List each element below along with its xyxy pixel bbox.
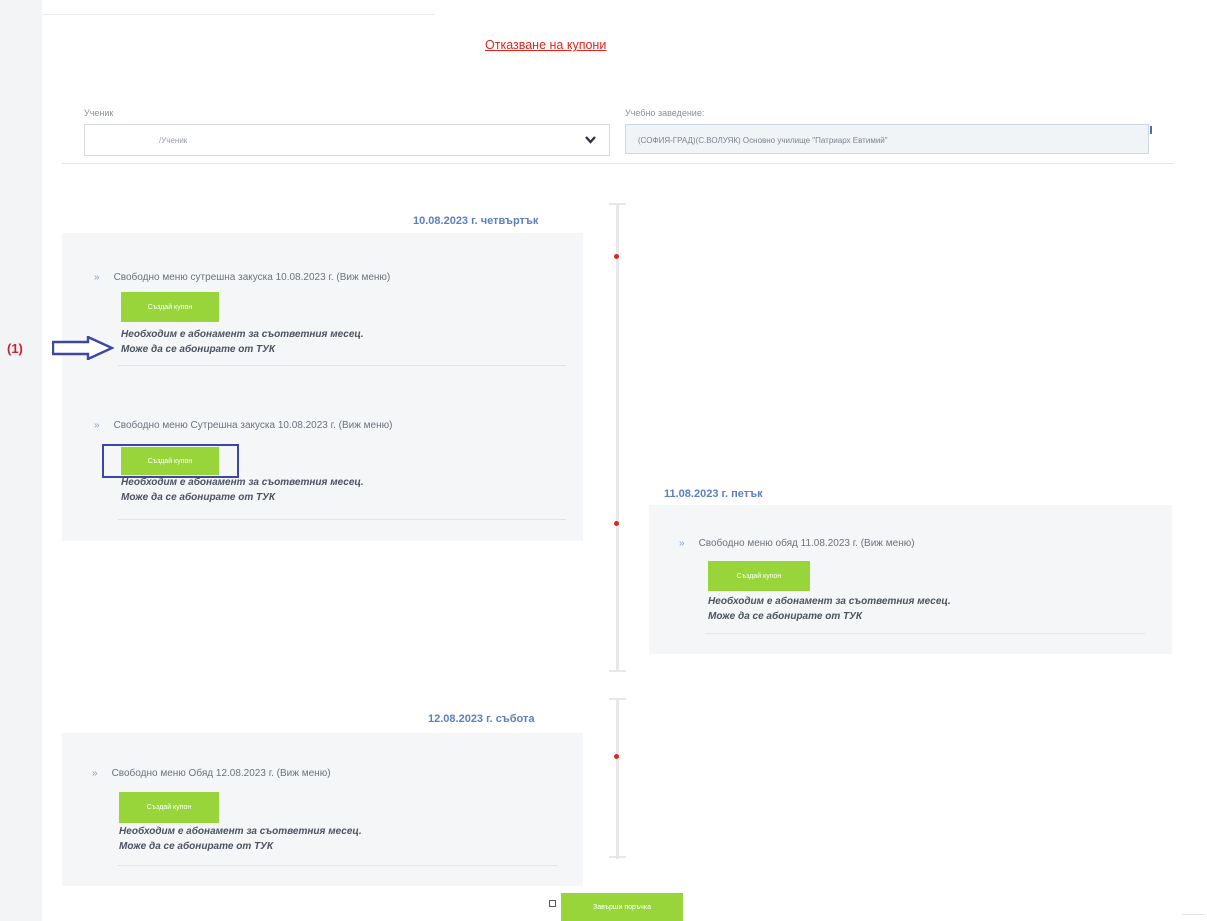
day-card: » Свободно меню Обяд 12.08.2023 г. (Виж м… bbox=[62, 733, 583, 886]
double-chevron-right-icon: » bbox=[94, 272, 100, 283]
create-coupon-button[interactable]: Създай купон bbox=[121, 292, 219, 322]
subscription-note: Необходим е абонамент за съответния месе… bbox=[121, 475, 364, 505]
subscribe-link[interactable]: Може да се абонирате от ТУК bbox=[708, 609, 951, 624]
subscribe-link[interactable]: Може да се абонирате от ТУК bbox=[119, 839, 362, 854]
left-rail bbox=[0, 0, 42, 921]
arrow-right-outline-icon bbox=[52, 336, 114, 360]
school-field-value: (СОФИЯ-ГРАД)(С.ВОЛУЯК) Основно училище "… bbox=[638, 136, 888, 145]
day-date: 12.08.2023 г. събота bbox=[428, 713, 535, 725]
timeline-cap bbox=[609, 670, 626, 672]
student-select-value: /Ученик bbox=[159, 136, 188, 145]
double-chevron-right-icon: » bbox=[94, 420, 100, 431]
timeline-dot bbox=[614, 254, 619, 259]
terms-checkbox[interactable] bbox=[549, 900, 556, 907]
entry-title[interactable]: Свободно меню сутрешна закуска 10.08.202… bbox=[114, 272, 391, 283]
entry-title[interactable]: Свободно меню Сутрешна закуска 10.08.202… bbox=[114, 420, 393, 431]
double-chevron-right-icon: » bbox=[679, 538, 685, 549]
subscription-note-line: Необходим е абонамент за съответния месе… bbox=[708, 596, 951, 607]
entry-separator bbox=[118, 365, 566, 366]
school-field[interactable]: (СОФИЯ-ГРАД)(С.ВОЛУЯК) Основно училище "… bbox=[625, 124, 1149, 154]
entry-title-row: » Свободно меню Обяд 12.08.2023 г. (Виж м… bbox=[92, 768, 331, 779]
subscribe-link[interactable]: Може да се абонирате от ТУК bbox=[121, 490, 364, 505]
header-separator bbox=[62, 163, 1174, 164]
entry-title-row: » Свободно меню сутрешна закуска 10.08.20… bbox=[94, 272, 390, 283]
create-coupon-button[interactable]: Създай купон bbox=[708, 561, 810, 591]
subscribe-link[interactable]: Може да се абонирате от ТУК bbox=[121, 342, 364, 357]
subscription-note: Необходим е абонамент за съответния месе… bbox=[119, 824, 362, 854]
annotation-label: (1) bbox=[7, 341, 23, 356]
subscription-note: Необходим е абонамент за съответния месе… bbox=[708, 594, 951, 624]
day-date: 10.08.2023 г. четвъртък bbox=[413, 215, 539, 227]
entry-title[interactable]: Свободно меню обяд 11.08.2023 г. (Виж ме… bbox=[699, 538, 915, 549]
cancel-coupons-link[interactable]: Отказване на купони bbox=[485, 38, 606, 52]
top-divider bbox=[42, 14, 434, 15]
student-label: Ученик bbox=[84, 108, 114, 118]
timeline-line bbox=[616, 699, 619, 859]
entry-separator bbox=[118, 519, 566, 520]
student-select[interactable]: /Ученик bbox=[84, 124, 610, 156]
chevron-down-icon bbox=[585, 136, 596, 144]
create-coupon-button[interactable]: Създай купон bbox=[119, 792, 219, 823]
timeline-cap bbox=[609, 856, 626, 858]
school-field-marker bbox=[1150, 126, 1152, 134]
corner-divider bbox=[1182, 914, 1204, 915]
timeline-dot bbox=[614, 754, 619, 759]
subscription-note-line: Необходим е абонамент за съответния месе… bbox=[121, 329, 364, 340]
day-date: 11.08.2023 г. петък bbox=[664, 488, 763, 500]
finish-order-button[interactable]: Завърши поръчка bbox=[561, 893, 683, 921]
entry-separator bbox=[118, 865, 558, 866]
timeline-line bbox=[616, 204, 619, 672]
annotation-highlight-box bbox=[102, 444, 239, 478]
entry-title-row: » Свободно меню Сутрешна закуска 10.08.20… bbox=[94, 420, 392, 431]
entry-title[interactable]: Свободно меню Обяд 12.08.2023 г. (Виж ме… bbox=[112, 768, 331, 779]
subscription-note-line: Необходим е абонамент за съответния месе… bbox=[119, 826, 362, 837]
timeline-dot bbox=[614, 521, 619, 526]
day-card: » Свободно меню сутрешна закуска 10.08.20… bbox=[62, 233, 583, 541]
day-card: » Свободно меню обяд 11.08.2023 г. (Виж м… bbox=[649, 505, 1172, 654]
double-chevron-right-icon: » bbox=[92, 768, 98, 779]
entry-separator bbox=[705, 633, 1145, 634]
entry-title-row: » Свободно меню обяд 11.08.2023 г. (Виж м… bbox=[679, 538, 915, 549]
school-label: Учебно заведение: bbox=[625, 108, 705, 118]
subscription-note: Необходим е абонамент за съответния месе… bbox=[121, 327, 364, 357]
